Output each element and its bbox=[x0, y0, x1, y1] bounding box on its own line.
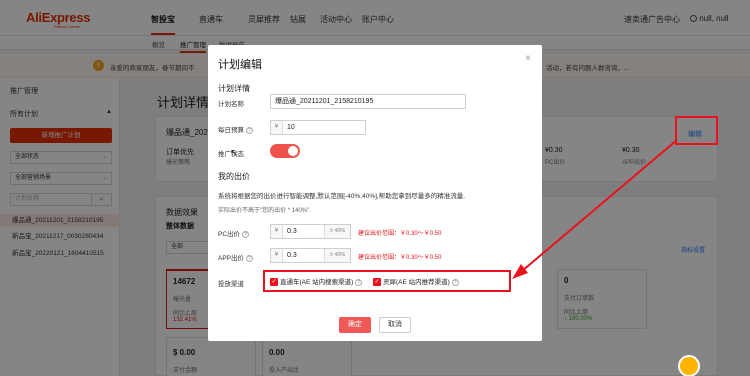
daily-budget-text: 每日预算 bbox=[218, 127, 244, 134]
help-icon[interactable]: ? bbox=[246, 126, 253, 134]
assistant-mascot-icon[interactable] bbox=[678, 355, 700, 376]
annotation-highlight-channels bbox=[263, 270, 511, 292]
toggle-knob bbox=[288, 146, 298, 156]
bid-range-suffix: ± 40% bbox=[324, 249, 350, 262]
currency-prefix: ¥ bbox=[271, 225, 283, 238]
daily-budget-label: 每日预算? bbox=[218, 124, 253, 134]
section-my-bid: 我的出价 bbox=[218, 172, 250, 181]
currency-prefix: ¥ bbox=[271, 121, 283, 134]
section-plan-details: 计划详情 bbox=[218, 84, 250, 93]
currency-prefix: ¥ bbox=[271, 249, 283, 262]
close-icon[interactable]: × bbox=[525, 53, 531, 64]
mouse-cursor-icon: ↖ bbox=[230, 148, 239, 159]
plan-edit-dialog: 计划编辑 × 计划详情 计划名称 爆品通_20211201_2158210195… bbox=[208, 45, 542, 341]
dialog-title: 计划编辑 bbox=[218, 59, 262, 71]
pc-bid-input[interactable]: ¥ 0.3 ± 40% bbox=[270, 224, 351, 239]
app-bid-label: APP出价? bbox=[218, 252, 254, 262]
pc-bid-recommendation: 建议出价范围：￥0.30～￥0.50 bbox=[358, 231, 442, 237]
bid-description: 系统将根据您的出价进行智能调整,默认范围[-40%,40%],帮助您拿到尽量多的… bbox=[218, 193, 466, 200]
plan-name-label: 计划名称 bbox=[218, 101, 244, 108]
plan-name-input[interactable]: 爆品通_20211201_2158210195 bbox=[270, 94, 466, 109]
app-bid-value: 0.3 bbox=[287, 252, 297, 259]
app-bid-recommendation: 建议出价范围：￥0.30～￥0.50 bbox=[358, 255, 442, 261]
pc-bid-value: 0.3 bbox=[287, 228, 297, 235]
help-icon[interactable]: ? bbox=[242, 230, 250, 238]
daily-budget-input[interactable]: ¥ 10 bbox=[270, 120, 366, 135]
annotation-highlight-edit bbox=[675, 116, 718, 145]
pc-bid-label: PC出价? bbox=[218, 228, 250, 238]
bid-range-suffix: ± 40% bbox=[324, 225, 350, 238]
daily-budget-value: 10 bbox=[287, 124, 295, 131]
confirm-button[interactable]: 确定 bbox=[339, 317, 371, 333]
channel-label: 投放渠道 bbox=[218, 281, 244, 288]
bid-note: 实际出价不高于"您的出价 * 140%". bbox=[218, 208, 311, 214]
promotion-status-toggle[interactable] bbox=[270, 144, 300, 158]
app-bid-input[interactable]: ¥ 0.3 ± 40% bbox=[270, 248, 351, 263]
help-icon[interactable]: ? bbox=[246, 254, 254, 262]
plan-name-value: 爆品通_20211201_2158210195 bbox=[275, 98, 374, 105]
cancel-button[interactable]: 取消 bbox=[379, 317, 411, 333]
app-bid-text: APP出价 bbox=[218, 255, 245, 262]
pc-bid-text: PC出价 bbox=[218, 231, 241, 238]
